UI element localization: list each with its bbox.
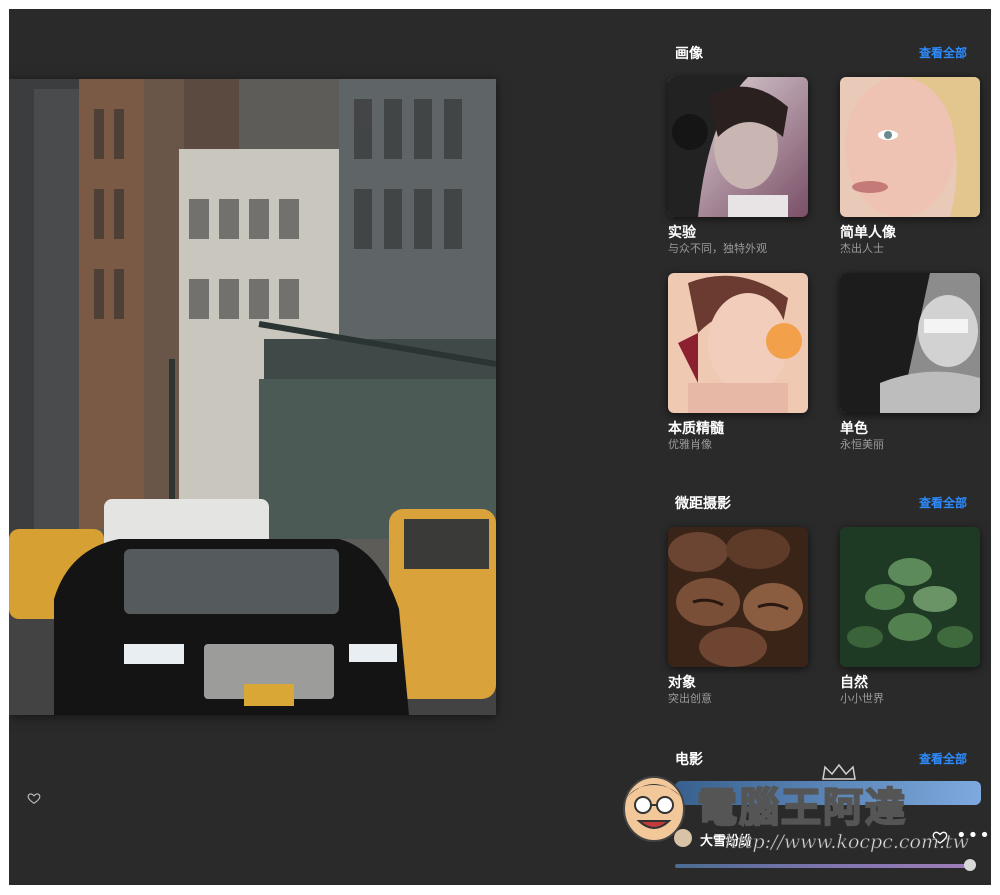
card-thumbnail xyxy=(840,273,980,413)
watermark-crown-icon xyxy=(822,763,856,780)
portrait-experiment-image xyxy=(668,77,808,217)
card-subtitle: 永恒美丽 xyxy=(840,438,884,451)
macro-object-image xyxy=(668,527,808,667)
app-window: 画像 查看全部 实验 与众不同，独特外观 简单人像 杰出人士 本质精髓 优雅肖像… xyxy=(9,9,991,885)
card-monochrome[interactable]: 单色 永恒美丽 xyxy=(840,273,980,452)
section-title-film: 电影 xyxy=(675,752,703,768)
card-simple-portrait[interactable]: 简单人像 杰出人士 xyxy=(840,77,980,256)
card-title: 单色 xyxy=(840,421,868,437)
more-icon[interactable]: ••• xyxy=(956,825,991,846)
card-subtitle: 杰出人士 xyxy=(840,242,884,255)
section-title-macro: 微距摄影 xyxy=(675,496,731,512)
card-essence[interactable]: 本质精髓 优雅肖像 xyxy=(668,273,808,452)
author-name[interactable]: 大雪纷纷 xyxy=(700,830,752,849)
card-thumbnail xyxy=(840,77,980,217)
card-thumbnail xyxy=(668,527,808,667)
section-title-portraits: 画像 xyxy=(675,46,703,62)
card-title: 本质精髓 xyxy=(668,421,724,437)
card-subtitle: 与众不同，独特外观 xyxy=(668,242,767,255)
portrait-monochrome-image xyxy=(840,273,980,413)
avatar[interactable] xyxy=(674,829,692,847)
card-title: 对象 xyxy=(668,675,696,691)
view-all-portraits-link[interactable]: 查看全部 xyxy=(919,44,967,61)
card-subtitle: 优雅肖像 xyxy=(668,438,712,451)
view-all-macro-link[interactable]: 查看全部 xyxy=(919,494,967,511)
card-thumbnail xyxy=(840,527,980,667)
intensity-slider-handle[interactable] xyxy=(964,859,976,871)
portrait-essence-image xyxy=(668,273,808,413)
card-subtitle: 小小世界 xyxy=(840,692,884,705)
main-photo[interactable] xyxy=(9,79,496,715)
card-title: 简单人像 xyxy=(840,225,896,241)
card-subtitle: 突出创意 xyxy=(668,692,712,705)
view-all-film-link[interactable]: 查看全部 xyxy=(919,750,967,767)
card-experiment[interactable]: 实验 与众不同，独特外观 xyxy=(668,77,808,256)
street-scene-image xyxy=(9,79,496,715)
card-thumbnail xyxy=(668,77,808,217)
card-title: 自然 xyxy=(840,675,868,691)
heart-icon[interactable] xyxy=(932,829,948,845)
card-nature[interactable]: 自然 小小世界 xyxy=(840,527,980,706)
heart-icon[interactable] xyxy=(27,791,41,805)
card-thumbnail xyxy=(668,273,808,413)
macro-nature-image xyxy=(840,527,980,667)
intensity-slider-track[interactable] xyxy=(675,864,975,868)
card-title: 实验 xyxy=(668,225,696,241)
film-card-preview[interactable] xyxy=(675,781,981,805)
portrait-simple-image xyxy=(840,77,980,217)
card-object[interactable]: 对象 突出创意 xyxy=(668,527,808,706)
author-row: 大雪纷纷 ••• xyxy=(674,825,990,851)
